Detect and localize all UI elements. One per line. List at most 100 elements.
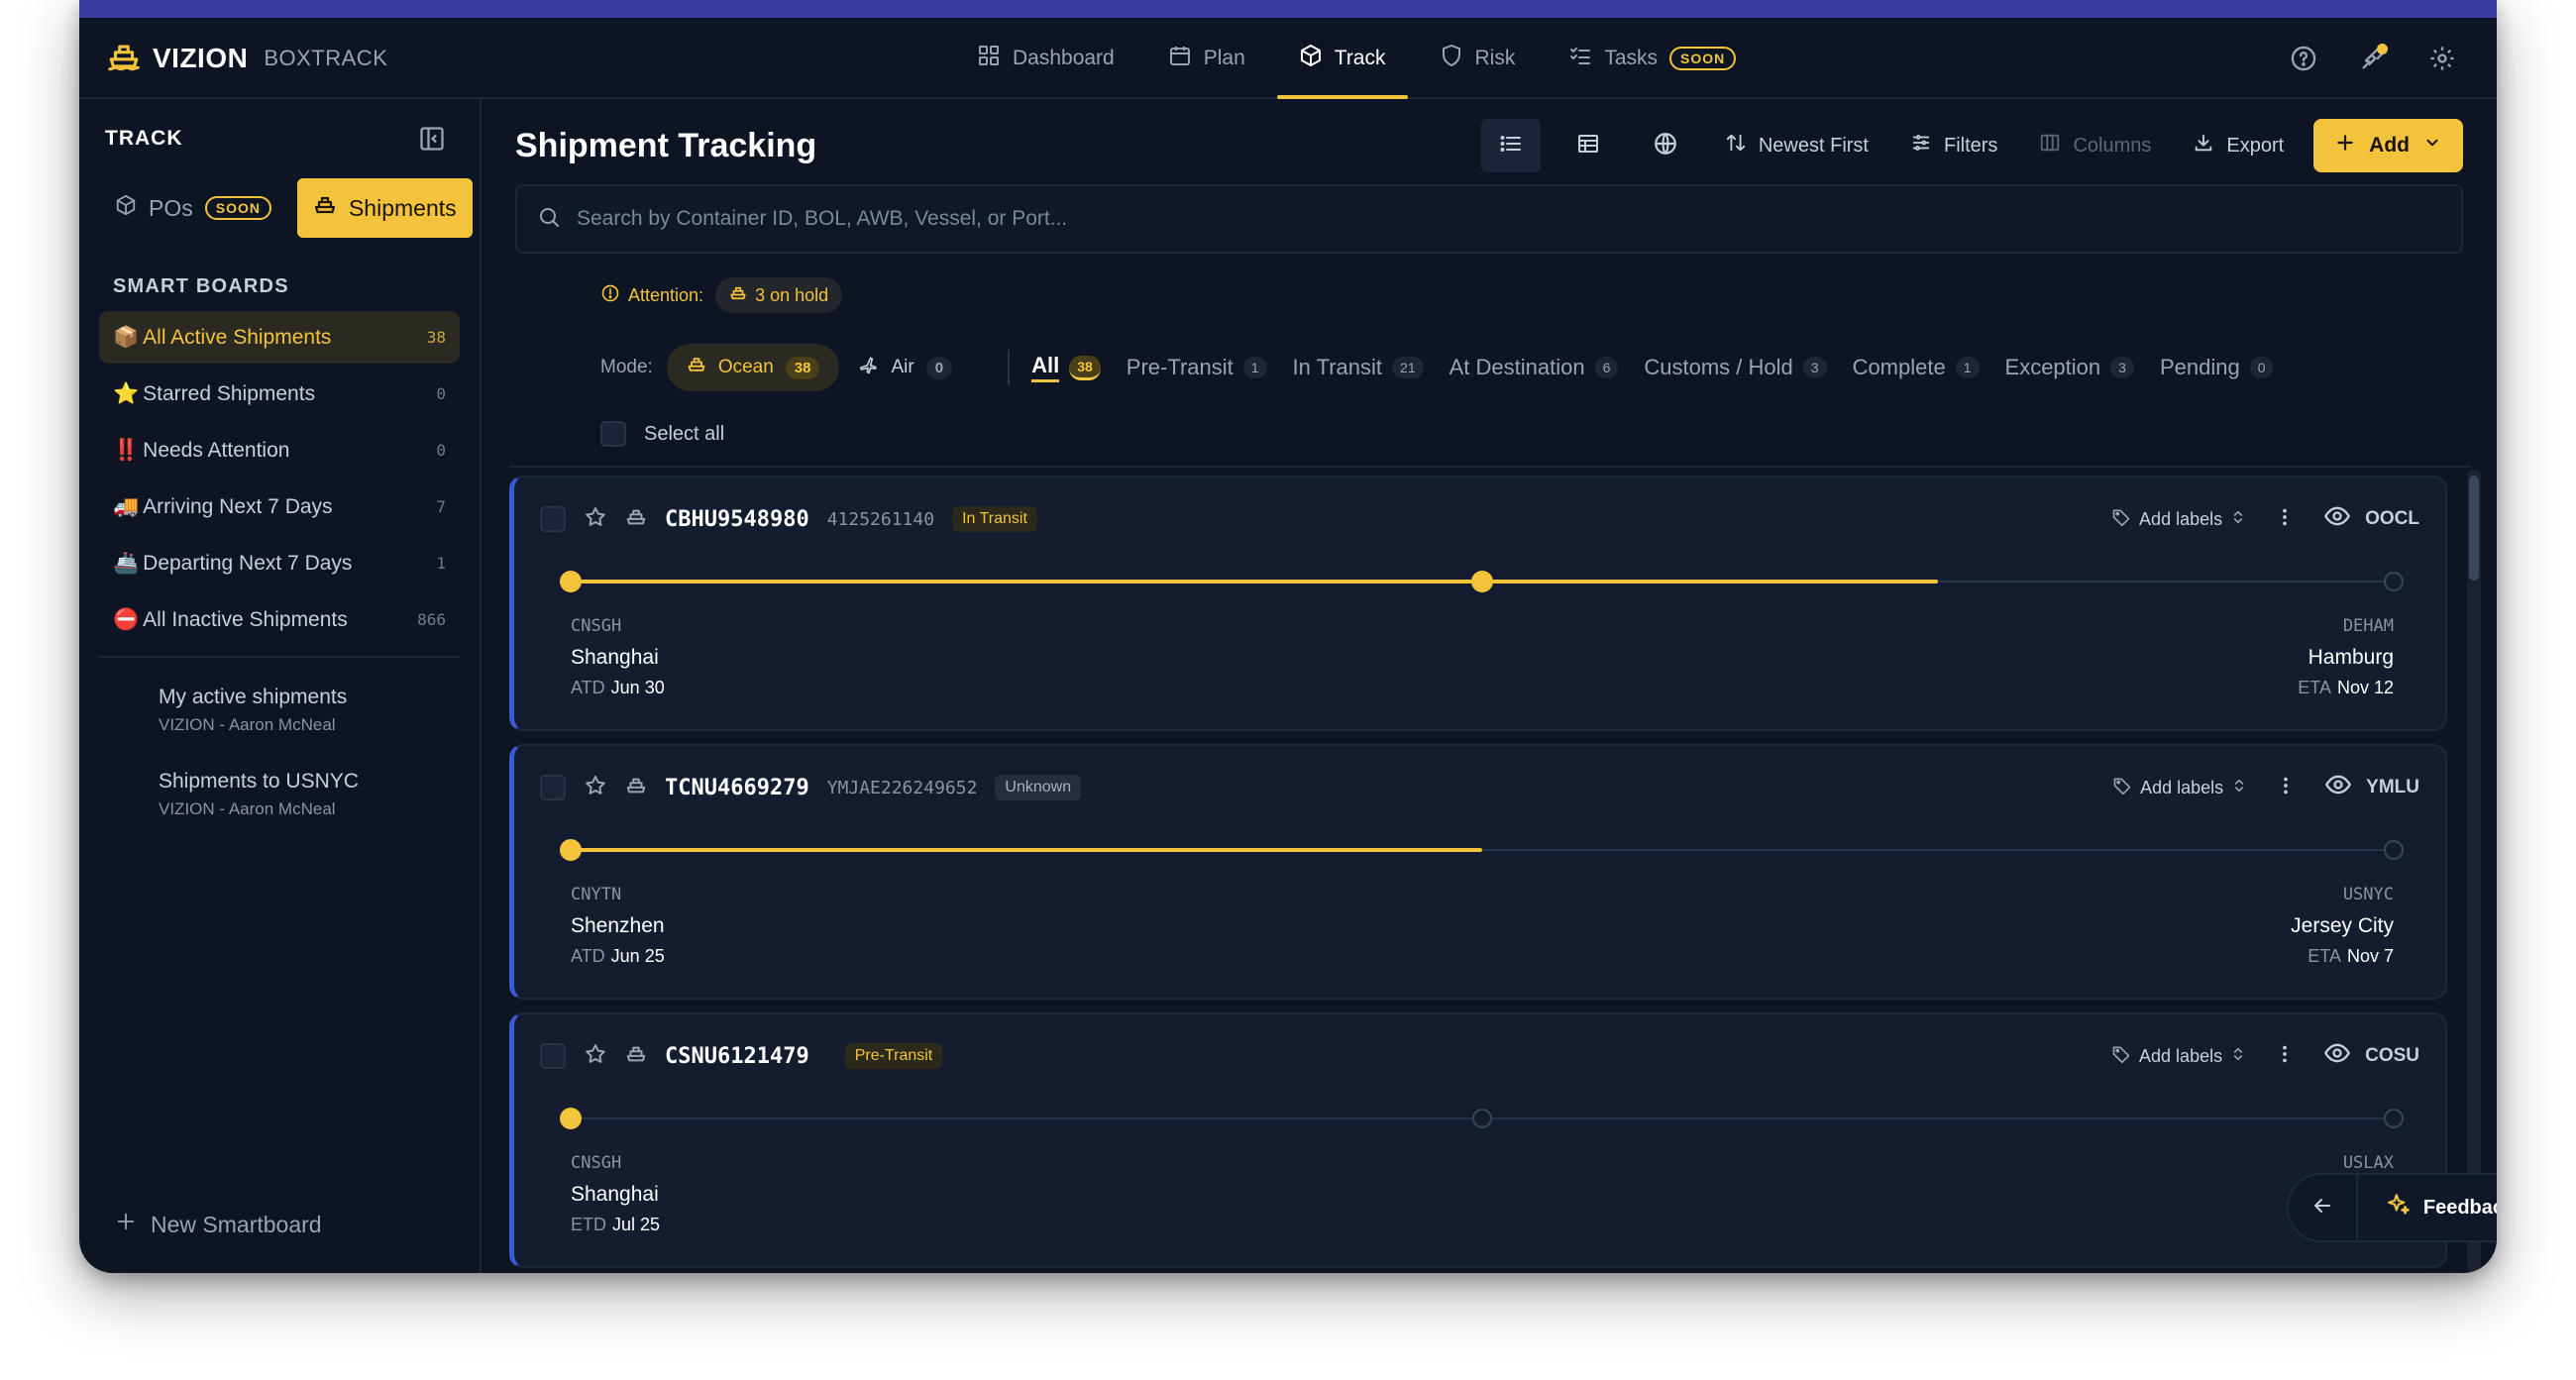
more-vertical-icon[interactable] <box>2274 1043 2296 1070</box>
star-icon[interactable] <box>584 1042 607 1071</box>
mode-label: Mode: <box>600 357 653 377</box>
more-vertical-icon[interactable] <box>2274 506 2296 533</box>
collapse-feedback-button[interactable] <box>2289 1175 2358 1240</box>
status-badge: In Transit <box>952 506 1037 532</box>
tab-pending[interactable]: Pending 0 <box>2160 355 2274 380</box>
status-badge: Pre-Transit <box>844 1043 943 1069</box>
board-label: Departing Next 7 Days <box>143 551 353 575</box>
gear-icon[interactable] <box>2427 44 2457 73</box>
attention-text: Attention: <box>628 284 704 305</box>
mode-ocean[interactable]: Ocean 38 <box>666 344 840 391</box>
destination-date: ETA Nov 7 <box>2291 946 2394 967</box>
chevron-updown-icon <box>2230 509 2246 530</box>
sort-label: Newest First <box>1758 134 1869 157</box>
tab-all[interactable]: All 38 <box>1031 353 1101 382</box>
tab-at-destination[interactable]: At Destination 6 <box>1449 355 1619 380</box>
columns-button[interactable]: Columns <box>2027 119 2163 172</box>
tab-count: 1 <box>1242 357 1267 378</box>
tab-in-transit[interactable]: In Transit 21 <box>1293 355 1424 380</box>
eye-icon <box>2323 502 2351 536</box>
export-button[interactable]: Export <box>2181 119 2296 172</box>
checklist-icon <box>1568 44 1592 73</box>
board-departing[interactable]: 🚢 Departing Next 7 Days 1 <box>99 537 460 589</box>
nav-label: Track <box>1334 47 1386 69</box>
destination: DEHAM Hamburg ETA Nov 12 <box>2298 616 2394 698</box>
sort-button[interactable]: Newest First <box>1713 119 1880 172</box>
help-icon[interactable] <box>2289 44 2318 73</box>
nav-risk[interactable]: Risk <box>1418 18 1538 99</box>
tab-label: Pre-Transit <box>1126 355 1234 379</box>
page-title: Shipment Tracking <box>515 127 817 164</box>
nav-track[interactable]: Track <box>1276 18 1408 99</box>
tab-customs-hold[interactable]: Customs / Hold 3 <box>1644 355 1827 380</box>
tag-icon <box>2111 1044 2131 1069</box>
scroll-thumb[interactable] <box>2469 476 2479 581</box>
container-id[interactable]: CSNU6121479 <box>665 1044 809 1069</box>
board-starred[interactable]: ⭐ Starred Shipments 0 <box>99 368 460 420</box>
tab-pre-transit[interactable]: Pre-Transit 1 <box>1127 355 1267 380</box>
soon-badge: SOON <box>204 196 271 220</box>
download-icon <box>2193 132 2214 159</box>
notifications-icon[interactable] <box>2358 44 2388 73</box>
table-icon <box>1576 132 1600 160</box>
table-view-button[interactable] <box>1558 119 1618 172</box>
carrier[interactable]: COSU <box>2323 1039 2419 1073</box>
brand[interactable]: VIZION BOXTRACK <box>107 18 387 99</box>
add-labels-button[interactable]: Add labels <box>2111 1044 2246 1069</box>
saved-board-usnyc[interactable]: Shipments to USNYC VIZION - Aaron McNeal <box>159 770 456 819</box>
container-id[interactable]: CBHU9548980 <box>665 507 809 532</box>
tab-complete[interactable]: Complete 1 <box>1853 355 1980 380</box>
tab-exception[interactable]: Exception 3 <box>2005 355 2134 380</box>
list-view-button[interactable] <box>1480 119 1541 172</box>
board-count: 1 <box>436 554 446 573</box>
nav-plan[interactable]: Plan <box>1146 18 1267 99</box>
toggle-pos[interactable]: POs SOON <box>99 178 287 238</box>
filters-button[interactable]: Filters <box>1898 119 2009 172</box>
board-all-active[interactable]: 📦 All Active Shipments 38 <box>99 311 460 364</box>
add-button[interactable]: Add <box>2313 119 2463 172</box>
carrier[interactable]: OOCL <box>2323 502 2419 536</box>
sparkles-icon <box>2386 1192 2412 1223</box>
container-id[interactable]: TCNU4669279 <box>665 776 809 800</box>
star-icon[interactable] <box>584 505 607 534</box>
booking-ref: YMJAE226249652 <box>826 777 978 798</box>
nav-dashboard[interactable]: Dashboard <box>955 18 1136 99</box>
feedback-button[interactable]: Feedback <box>2358 1192 2497 1223</box>
more-vertical-icon[interactable] <box>2275 775 2297 801</box>
toggle-shipments[interactable]: Shipments <box>296 178 473 238</box>
board-inactive[interactable]: ⛔ All Inactive Shipments 866 <box>99 593 460 646</box>
board-count: 0 <box>436 384 446 403</box>
shipment-checkbox[interactable] <box>540 506 566 532</box>
origin-date-value: Jul 25 <box>612 1215 661 1234</box>
map-view-button[interactable] <box>1636 119 1695 172</box>
shipment-card[interactable]: CBHU9548980 4125261140 In Transit Add la… <box>509 476 2447 731</box>
shipment-checkbox[interactable] <box>540 775 566 800</box>
list-scrollbar[interactable] <box>2467 470 2481 1272</box>
shipment-card[interactable]: TCNU4669279 YMJAE226249652 Unknown Add l… <box>509 744 2447 1000</box>
truck-icon: 🚚 <box>113 494 140 518</box>
shipment-checkbox[interactable] <box>540 1043 566 1069</box>
list-icon <box>1499 132 1523 160</box>
collapse-sidebar-icon[interactable] <box>418 125 446 153</box>
origin-city: Shanghai <box>571 1183 659 1206</box>
add-labels-button[interactable]: Add labels <box>2111 507 2246 532</box>
shipment-card[interactable]: CSNU6121479 Pre-Transit Add labels COSU <box>509 1012 2447 1268</box>
saved-board-my-active[interactable]: My active shipments VIZION - Aaron McNea… <box>159 686 456 735</box>
nav-tasks[interactable]: Tasks SOON <box>1547 18 1758 99</box>
columns-icon <box>2039 132 2061 159</box>
search-input[interactable] <box>577 207 2360 231</box>
saved-board-owner: VIZION - Aaron McNeal <box>159 715 336 734</box>
card-header: TCNU4669279 YMJAE226249652 Unknown <box>540 768 1082 807</box>
board-needs-attention[interactable]: ‼️ Needs Attention 0 <box>99 424 460 477</box>
mode-air[interactable]: Air 0 <box>839 344 972 391</box>
board-count: 866 <box>417 610 446 629</box>
carrier[interactable]: YMLU <box>2324 771 2419 804</box>
star-icon[interactable] <box>584 774 607 802</box>
new-smartboard-button[interactable]: New Smartboard <box>115 1211 322 1238</box>
route-progress-track <box>560 571 2404 592</box>
on-hold-chip[interactable]: 3 on hold <box>715 277 843 313</box>
add-labels-button[interactable]: Add labels <box>2112 776 2247 800</box>
board-arriving[interactable]: 🚚 Arriving Next 7 Days 7 <box>99 480 460 533</box>
board-label: All Active Shipments <box>143 325 332 349</box>
select-all-checkbox[interactable] <box>600 421 626 447</box>
